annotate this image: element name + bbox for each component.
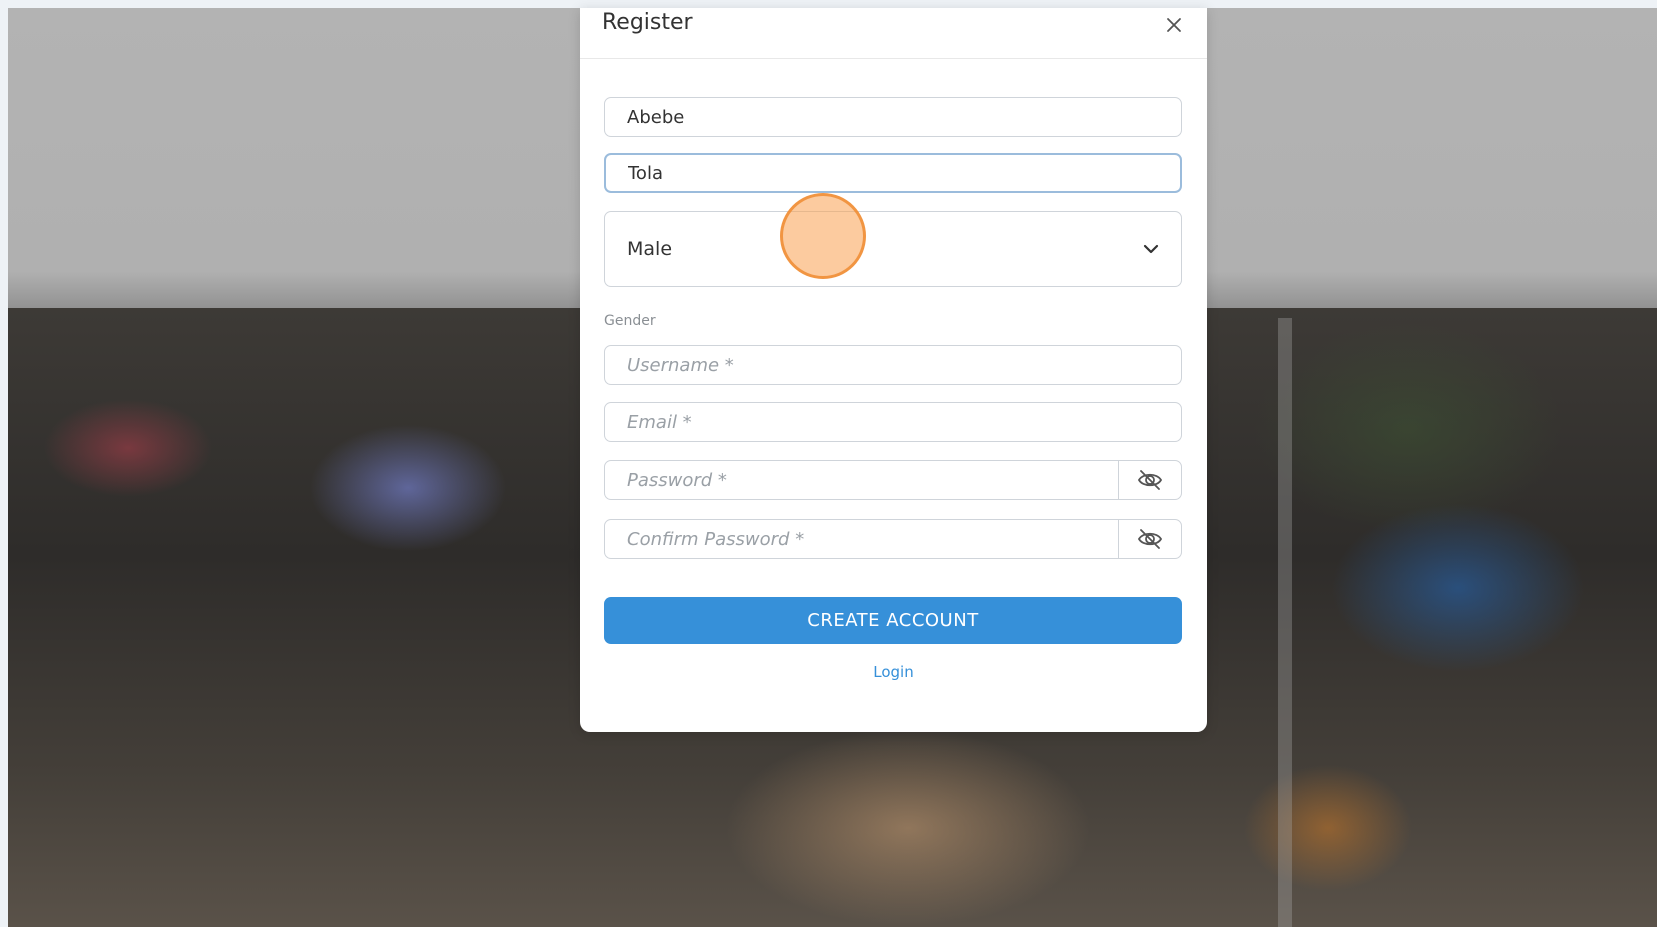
eye-off-icon xyxy=(1137,470,1163,490)
gender-helper-text: Gender xyxy=(604,313,656,329)
login-link[interactable]: Login xyxy=(580,663,1207,681)
click-indicator xyxy=(780,193,866,279)
first-name-field xyxy=(604,97,1182,137)
confirm-password-input[interactable] xyxy=(605,520,1118,558)
password-input[interactable] xyxy=(605,461,1118,499)
gender-selected-value: Male xyxy=(627,238,673,260)
last-name-input[interactable] xyxy=(606,155,1180,191)
modal-header: Register xyxy=(580,8,1207,59)
email-input[interactable] xyxy=(605,403,1181,441)
modal-title: Register xyxy=(602,10,693,35)
email-field xyxy=(604,402,1182,442)
gender-select[interactable]: Male xyxy=(604,211,1182,287)
confirm-password-visibility-toggle[interactable] xyxy=(1118,520,1181,558)
first-name-input[interactable] xyxy=(605,98,1181,136)
background-decoration xyxy=(1278,318,1292,927)
close-button[interactable] xyxy=(1161,12,1187,38)
create-account-button[interactable]: CREATE ACCOUNT xyxy=(604,597,1182,644)
password-field xyxy=(604,460,1182,500)
confirm-password-field xyxy=(604,519,1182,559)
username-field xyxy=(604,345,1182,385)
username-input[interactable] xyxy=(605,346,1181,384)
close-icon xyxy=(1167,18,1181,32)
password-visibility-toggle[interactable] xyxy=(1118,461,1181,499)
eye-off-icon xyxy=(1137,529,1163,549)
chevron-down-icon xyxy=(1143,244,1159,254)
register-modal: Register Male Gender xyxy=(580,8,1207,732)
last-name-field xyxy=(604,153,1182,193)
